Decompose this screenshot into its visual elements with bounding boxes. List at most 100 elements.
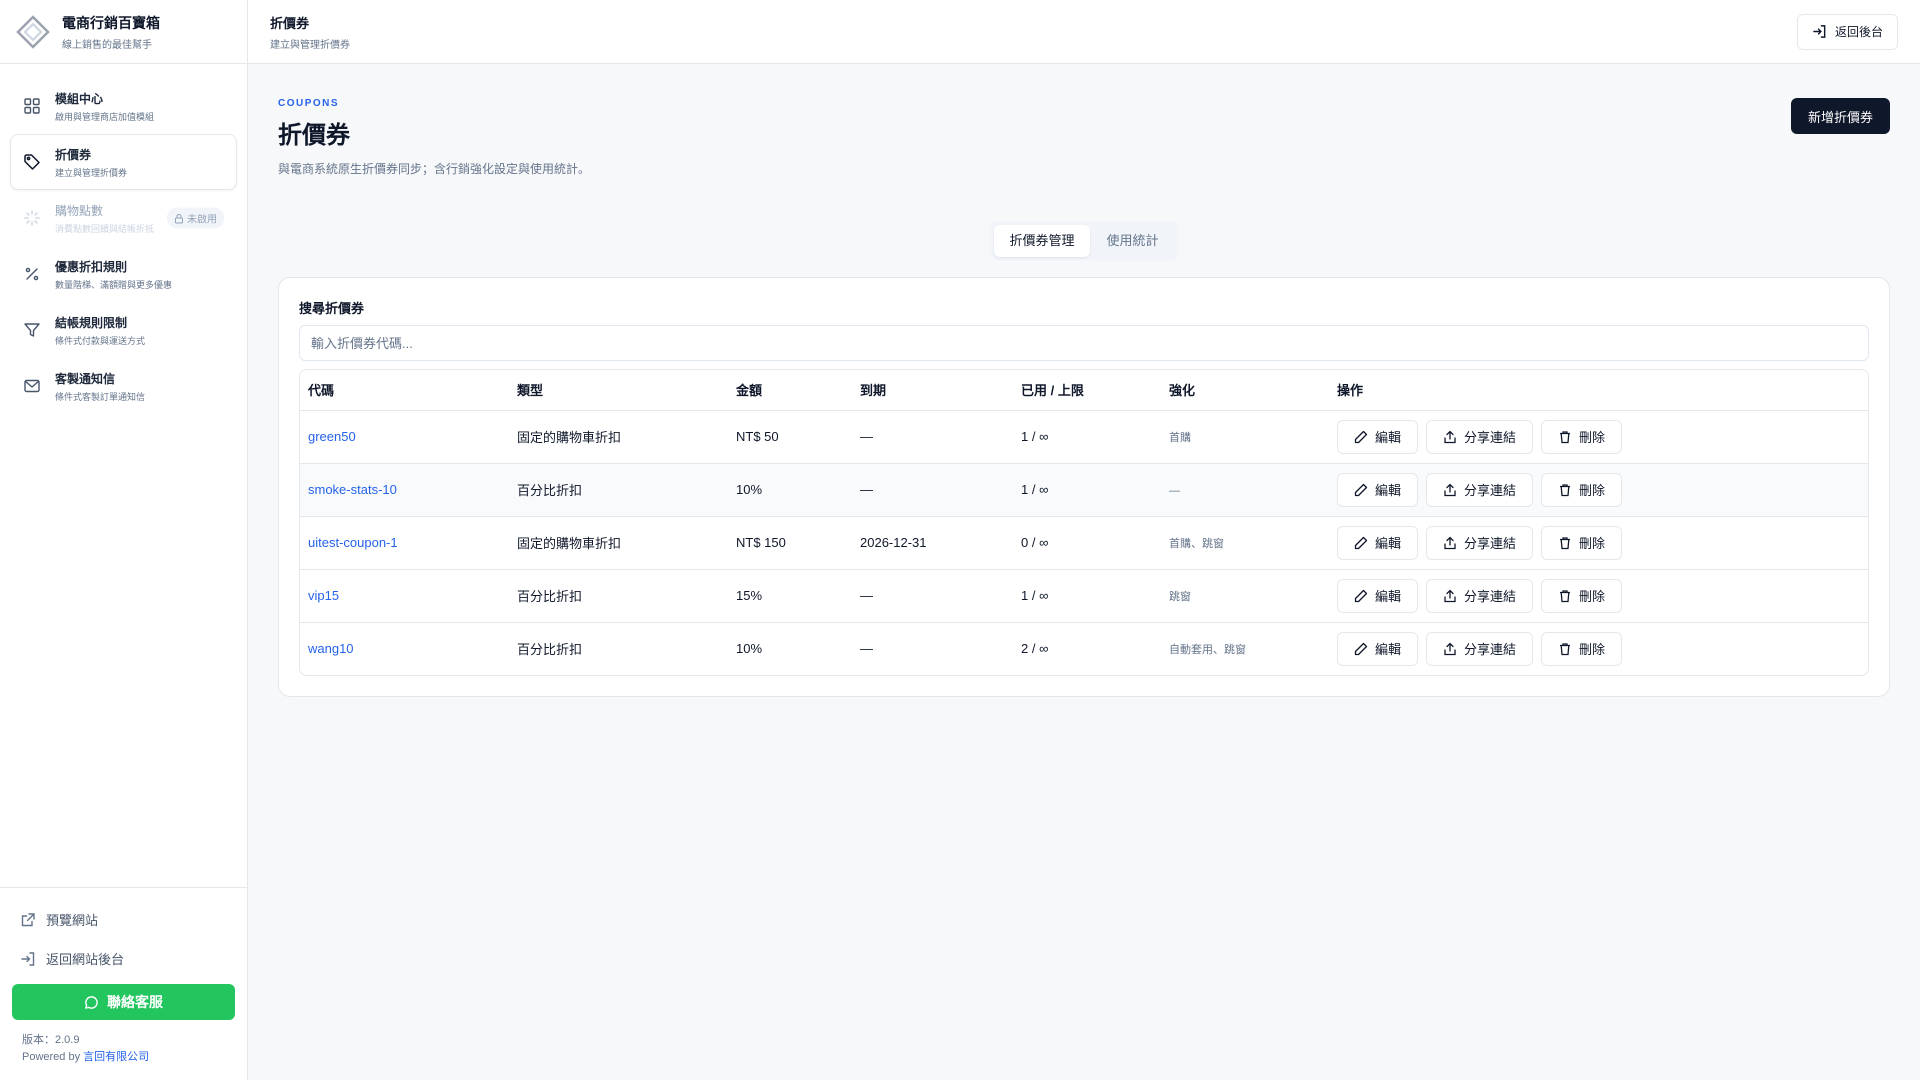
coupon-code-link[interactable]: green50 (308, 429, 356, 444)
brand-subtitle: 線上銷售的最佳幫手 (62, 39, 152, 51)
search-input[interactable] (299, 325, 1869, 361)
share-label: 分享連結 (1464, 642, 1517, 658)
contact-support-button[interactable]: 聯絡客服 (12, 984, 235, 1020)
sidebar-item-discount-rules[interactable]: 優惠折扣規則 數量階梯、滿額贈與更多優惠 (10, 246, 237, 302)
share-label: 分享連結 (1464, 430, 1517, 445)
back-to-admin-button[interactable]: 返回後台 (1796, 13, 1898, 50)
tab-usage-stats[interactable]: 使用統計 (1092, 225, 1174, 257)
back-to-admin-link[interactable]: 返回網站後台 (12, 939, 235, 978)
sidebar-item-label: 購物點數 (55, 203, 104, 218)
coupon-code-link[interactable]: vip15 (308, 588, 339, 603)
company-link[interactable]: 言回有限公司 (83, 1051, 149, 1063)
column-header: 強化 (1161, 370, 1329, 411)
trash-icon (1560, 643, 1571, 655)
sidebar-item-custom-email[interactable]: 客製通知信 條件式客製訂單通知信 (10, 358, 237, 414)
coupon-expiry: — (852, 410, 1013, 464)
coupon-amount: 10% (736, 641, 763, 657)
badge-label: 未啟用 (187, 214, 217, 226)
page-title: 折價券 (278, 122, 350, 149)
filter-icon (24, 323, 40, 337)
pencil-icon (1354, 642, 1368, 655)
share-label: 分享連結 (1464, 536, 1517, 551)
tab-coupon-management[interactable]: 折價券管理 (994, 225, 1090, 257)
sidebar-item-sub: 建立與管理折價券 (55, 167, 128, 178)
trash-icon (1560, 536, 1571, 549)
table-row: smoke-stats-10 百分比折扣 10% — 1 / ∞ — 編輯 分享… (300, 463, 1868, 517)
share-link-button[interactable]: 分享連結 (1426, 578, 1534, 613)
preview-site-link[interactable]: 預覽網站 (12, 900, 235, 939)
sidebar-item-label: 折價券 (55, 147, 92, 162)
pencil-icon (1354, 536, 1368, 549)
share-link-button[interactable]: 分享連結 (1426, 472, 1534, 507)
delete-button[interactable]: 刪除 (1541, 472, 1623, 507)
share-link-button[interactable]: 分享連結 (1426, 631, 1534, 666)
edit-button[interactable]: 編輯 (1337, 578, 1419, 613)
sidebar-item-label: 結帳規則限制 (55, 315, 128, 330)
log-in-icon (21, 951, 35, 966)
share-link-button[interactable]: 分享連結 (1426, 419, 1534, 454)
coupon-usage: 1 / ∞ (1013, 463, 1161, 517)
edit-button[interactable]: 編輯 (1337, 631, 1419, 666)
logo-icon (16, 14, 50, 49)
share-label: 分享連結 (1464, 589, 1517, 604)
trash-icon (1560, 430, 1571, 443)
coupon-amount: NT$ 50 (728, 410, 852, 464)
table-row: green50 固定的購物車折扣 NT$ 50 — 1 / ∞ 首購 編輯 分享… (300, 410, 1868, 464)
delete-label: 刪除 (1579, 536, 1606, 551)
delete-label: 刪除 (1579, 589, 1606, 604)
loader-icon (24, 210, 40, 226)
share-icon (1444, 536, 1456, 549)
column-header: 到期 (852, 370, 1013, 411)
coupon-code-link[interactable]: wang10 (308, 641, 354, 656)
coupon-type: 固定的購物車折扣 (509, 516, 728, 570)
topbar: 折價券 建立與管理折價券 返回後台 (248, 0, 1920, 64)
sidebar: 電商行銷百寶箱 線上銷售的最佳幫手 模組中心 啟用與管理商店加值模組 折價券 建… (0, 0, 248, 1080)
back-to-admin-label: 返回網站後台 (46, 952, 125, 967)
status-badge: 未啟用 (167, 207, 224, 229)
edit-label: 編輯 (1375, 536, 1402, 551)
coupon-expiry: — (852, 569, 1013, 623)
coupon-amount: NT$ 150 (728, 516, 852, 570)
delete-button[interactable]: 刪除 (1541, 419, 1623, 454)
add-coupon-button[interactable]: 新增折價券 (1790, 98, 1890, 134)
sidebar-item-sub: 啟用與管理商店加值模組 (55, 111, 155, 122)
sidebar-footer: 預覽網站 返回網站後台 聯絡客服 版本：2.0.9 Powered by 言回有… (0, 887, 247, 1080)
version-text: 版本：2.0.9 (22, 1034, 80, 1046)
coupon-card: 搜尋折價券 代碼 類型 金額 到期 已用 (278, 277, 1890, 697)
share-link-button[interactable]: 分享連結 (1426, 525, 1534, 560)
delete-button[interactable]: 刪除 (1541, 631, 1623, 666)
tab-bar: 折價券管理 使用統計 (990, 221, 1178, 261)
coupon-code-link[interactable]: uitest-coupon-1 (308, 535, 398, 550)
share-icon (1444, 430, 1456, 443)
sidebar-item-coupons[interactable]: 折價券 建立與管理折價券 (10, 134, 237, 190)
sidebar-item-modules[interactable]: 模組中心 啟用與管理商店加值模組 (10, 78, 237, 134)
coupon-amount: 15% (728, 569, 852, 623)
chat-icon (85, 995, 98, 1009)
back-to-admin-label: 返回後台 (1834, 25, 1883, 39)
coupon-table: 代碼 類型 金額 到期 已用 / 上限 強化 操作 green50 固定的購物車… (299, 369, 1869, 676)
coupon-expiry: — (860, 641, 873, 657)
coupon-code-link[interactable]: smoke-stats-10 (308, 482, 397, 497)
page-description: 與電商系統原生折價券同步；含行銷強化設定與使用統計。 (278, 162, 591, 176)
sidebar-item-checkout-rules[interactable]: 結帳規則限制 條件式付款與運送方式 (10, 302, 237, 358)
coupon-type: 固定的購物車折扣 (509, 410, 728, 464)
coupon-enhancement: 首購 (1169, 431, 1191, 444)
percent-icon (25, 267, 39, 281)
search-label: 搜尋折價券 (299, 301, 365, 316)
contact-support-label: 聯絡客服 (107, 994, 163, 1010)
sidebar-item-points[interactable]: 購物點數 消費點數回饋與結帳折抵 未啟用 (10, 190, 237, 246)
coupon-type: 百分比折扣 (509, 569, 728, 623)
delete-button[interactable]: 刪除 (1541, 578, 1623, 613)
sidebar-nav: 模組中心 啟用與管理商店加值模組 折價券 建立與管理折價券 購物點數 消費點數回… (0, 64, 247, 887)
pencil-icon (1354, 589, 1368, 602)
edit-button[interactable]: 編輯 (1337, 525, 1419, 560)
coupon-enhancement: 自動套用、跳窗 (1169, 643, 1246, 656)
powered-by-text: Powered by (22, 1051, 84, 1063)
edit-button[interactable]: 編輯 (1337, 419, 1419, 454)
sidebar-item-sub: 條件式付款與運送方式 (55, 335, 146, 346)
brand: 電商行銷百寶箱 線上銷售的最佳幫手 (0, 0, 247, 64)
edit-label: 編輯 (1375, 642, 1402, 658)
coupon-usage: 1 / ∞ (1013, 410, 1161, 464)
edit-button[interactable]: 編輯 (1337, 472, 1419, 507)
delete-button[interactable]: 刪除 (1541, 525, 1623, 560)
